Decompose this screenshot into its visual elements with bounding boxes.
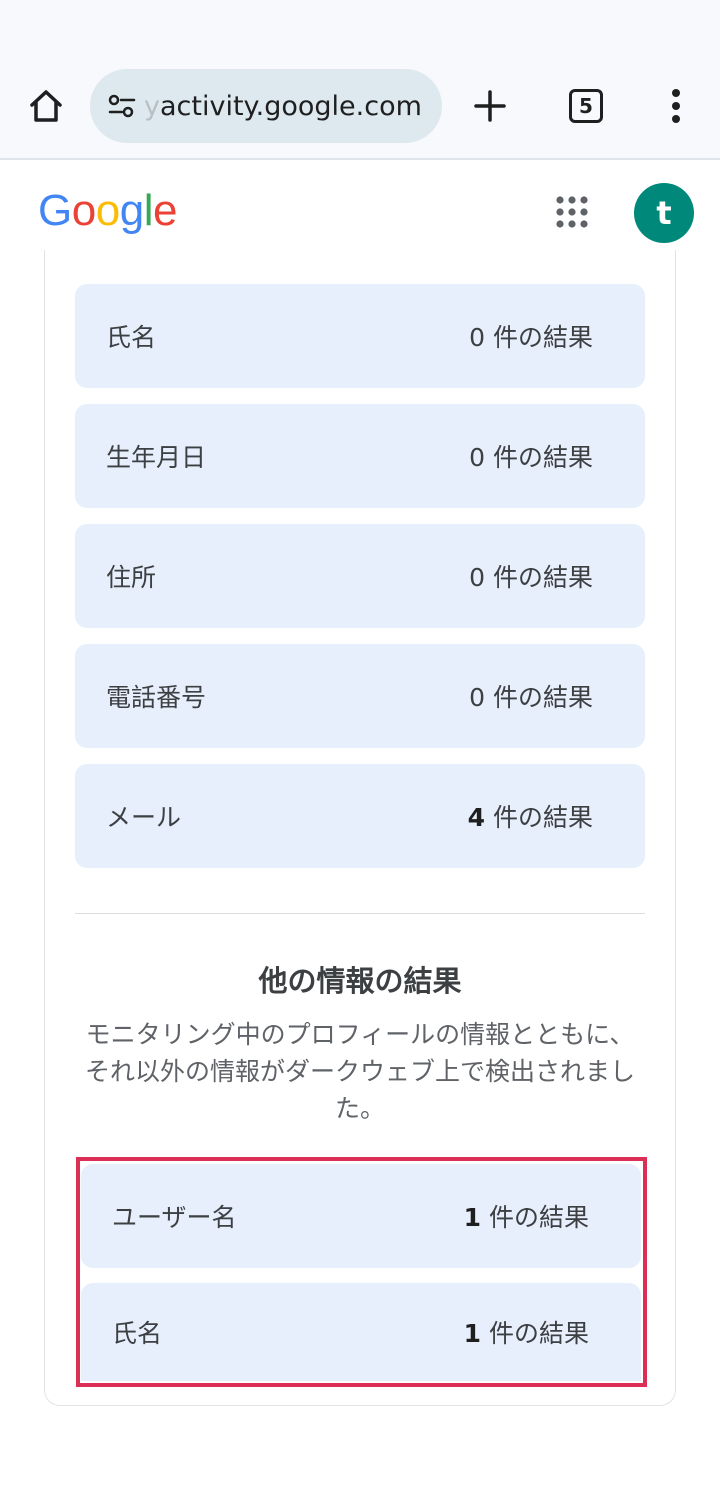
address-bar[interactable]: yactivity.google.com bbox=[90, 69, 442, 143]
result-row-birthdate[interactable]: 生年月日 0 件の結果 bbox=[75, 404, 645, 508]
apps-grid-icon bbox=[556, 196, 588, 228]
tab-count: 5 bbox=[569, 89, 603, 123]
row-count: 0 件の結果 bbox=[469, 443, 593, 472]
tab-switcher-button[interactable]: 5 bbox=[558, 80, 614, 132]
url-domain: activity.google.com bbox=[159, 90, 422, 122]
logo-letter: l bbox=[143, 186, 154, 235]
row-label: ユーザー名 bbox=[112, 1203, 237, 1232]
google-header: Google t bbox=[0, 160, 720, 264]
row-count: 0 件の結果 bbox=[469, 563, 593, 592]
row-label: メール bbox=[106, 803, 182, 832]
result-row-email[interactable]: メール 4 件の結果 bbox=[75, 764, 645, 868]
site-settings-icon[interactable] bbox=[102, 86, 142, 126]
account-avatar[interactable]: t bbox=[634, 183, 694, 243]
plus-icon bbox=[474, 90, 506, 122]
browser-toolbar: yactivity.google.com 5 bbox=[0, 0, 720, 160]
result-row-username[interactable]: ユーザー名 1 件の結果 bbox=[81, 1164, 641, 1268]
row-count: 1 件の結果 bbox=[463, 1319, 589, 1348]
url-text[interactable]: yactivity.google.com bbox=[144, 91, 422, 122]
row-label: 住所 bbox=[106, 563, 157, 592]
row-count: 0 件の結果 bbox=[469, 323, 593, 352]
result-row-phone[interactable]: 電話番号 0 件の結果 bbox=[75, 644, 645, 748]
google-apps-button[interactable] bbox=[548, 188, 596, 236]
section-divider bbox=[75, 913, 645, 914]
more-vert-icon bbox=[672, 89, 680, 123]
new-tab-button[interactable] bbox=[464, 80, 516, 132]
other-results-title: 他の情報の結果 bbox=[258, 964, 462, 998]
other-results-description: モニタリング中のプロフィールの情報とともに、それ以外の情報がダークウェブ上で検出… bbox=[84, 1020, 635, 1123]
result-row-address[interactable]: 住所 0 件の結果 bbox=[75, 524, 645, 628]
logo-letter: G bbox=[38, 186, 72, 235]
result-row-other-name[interactable]: 氏名 1 件の結果 bbox=[81, 1283, 641, 1381]
row-count: 0 件の結果 bbox=[469, 683, 593, 712]
logo-letter: e bbox=[152, 186, 177, 235]
logo-letter: o bbox=[95, 186, 120, 235]
google-logo[interactable]: Google bbox=[38, 186, 177, 236]
row-label: 生年月日 bbox=[106, 443, 207, 472]
browser-menu-button[interactable] bbox=[652, 80, 700, 132]
logo-letter: g bbox=[119, 186, 144, 235]
logo-letter: o bbox=[71, 186, 96, 235]
result-row-name[interactable]: 氏名 0 件の結果 bbox=[75, 284, 645, 388]
home-icon bbox=[30, 90, 62, 122]
row-label: 氏名 bbox=[106, 323, 157, 352]
row-count: 4 件の結果 bbox=[467, 803, 593, 832]
home-button[interactable] bbox=[20, 80, 72, 132]
row-label: 電話番号 bbox=[106, 683, 207, 712]
row-label: 氏名 bbox=[112, 1319, 163, 1348]
url-faded-prefix: y bbox=[144, 90, 160, 122]
row-count: 1 件の結果 bbox=[463, 1203, 589, 1232]
